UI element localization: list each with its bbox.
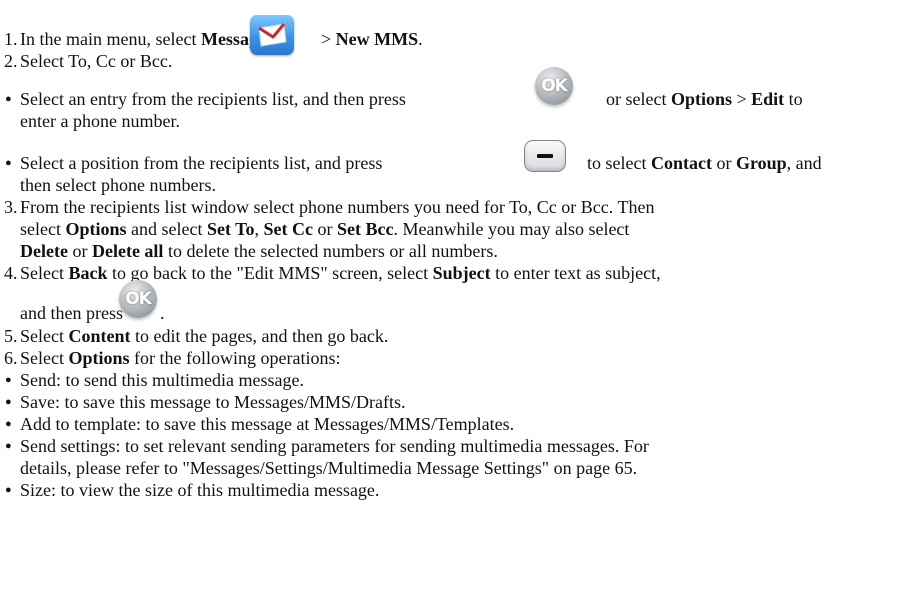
ok-key-icon: OK: [119, 280, 157, 318]
bullet-dot: ●: [5, 93, 12, 105]
soft-key-icon: [524, 140, 566, 172]
ok-key-icon: OK: [535, 67, 573, 105]
minus-glyph: [537, 154, 553, 158]
step-number: 1.: [4, 29, 18, 49]
messages-envelope-icon: [250, 15, 294, 55]
new-mms-label: New MMS: [335, 29, 419, 49]
bullet-dot: ●: [5, 157, 12, 169]
